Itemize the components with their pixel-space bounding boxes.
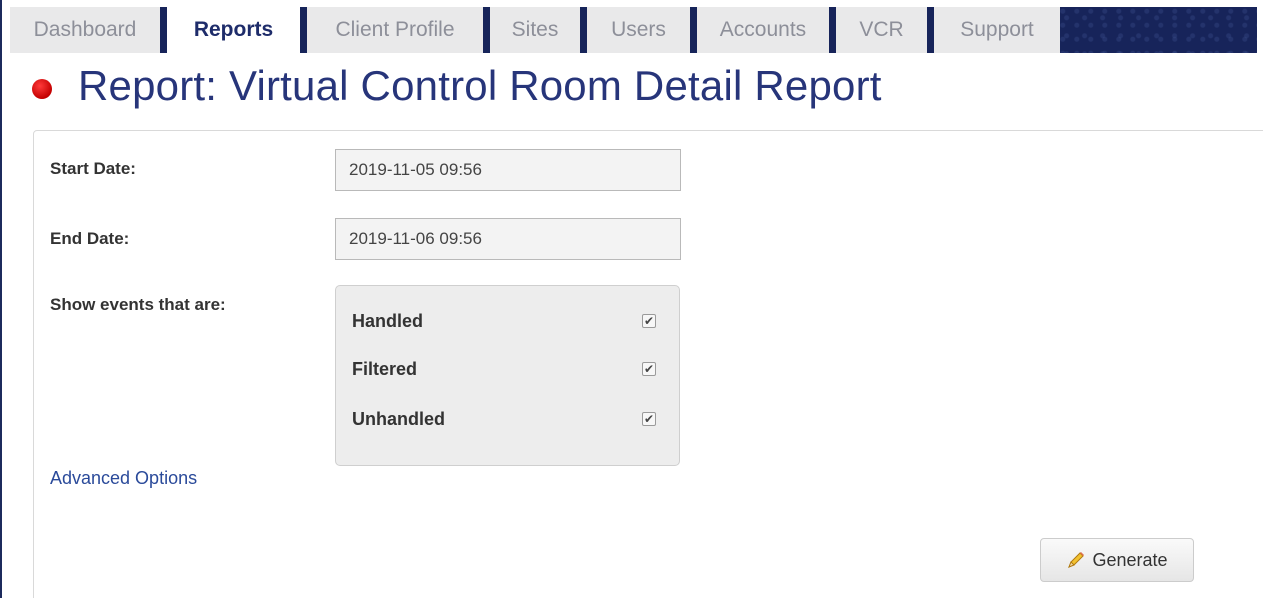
event-option-handled: Handled ✔ <box>352 309 662 335</box>
end-date-label: End Date: <box>50 229 130 248</box>
page-header: Report: Virtual Control Room Detail Repo… <box>32 62 882 110</box>
tab-dashboard[interactable]: Dashboard <box>10 7 167 53</box>
tab-users[interactable]: Users <box>587 7 697 53</box>
event-option-filtered: Filtered ✔ <box>352 357 662 383</box>
page-title: Report: Virtual Control Room Detail Repo… <box>78 62 882 109</box>
filtered-checkbox[interactable]: ✔ <box>642 362 656 376</box>
unhandled-checkbox[interactable]: ✔ <box>642 412 656 426</box>
show-events-label: Show events that are: <box>50 295 226 314</box>
end-date-input[interactable] <box>335 218 681 260</box>
tab-sites[interactable]: Sites <box>490 7 587 53</box>
tab-support[interactable]: Support <box>934 7 1060 53</box>
advanced-options-link[interactable]: Advanced Options <box>50 468 197 489</box>
event-type-options: Handled ✔ Filtered ✔ Unhandled ✔ <box>335 285 680 466</box>
tab-client-profile[interactable]: Client Profile <box>307 7 490 53</box>
start-date-label: Start Date: <box>50 159 136 178</box>
handled-checkbox[interactable]: ✔ <box>642 314 656 328</box>
start-date-input[interactable] <box>335 149 681 191</box>
generate-label: Generate <box>1092 549 1168 570</box>
tab-reports[interactable]: Reports <box>167 7 307 53</box>
pencil-icon <box>1068 552 1085 568</box>
event-option-unhandled: Unhandled ✔ <box>352 407 662 433</box>
generate-button[interactable]: Generate <box>1040 538 1194 582</box>
tab-accounts[interactable]: Accounts <box>697 7 836 53</box>
main-nav: Dashboard Reports Client Profile Sites U… <box>10 7 1257 53</box>
filtered-label: Filtered <box>352 359 418 379</box>
report-form: Start Date: End Date: Show events that a… <box>33 130 1263 598</box>
status-dot-icon <box>32 79 52 99</box>
handled-label: Handled <box>352 311 424 331</box>
page: Dashboard Reports Client Profile Sites U… <box>0 0 1263 598</box>
unhandled-label: Unhandled <box>352 409 445 429</box>
tab-vcr[interactable]: VCR <box>836 7 934 53</box>
